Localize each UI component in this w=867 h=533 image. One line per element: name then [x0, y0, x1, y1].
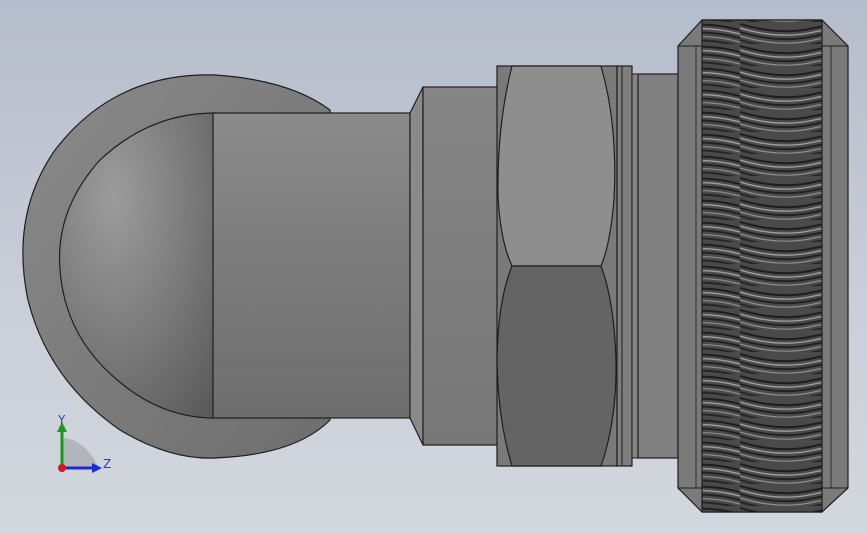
knurl-surface	[701, 19, 823, 513]
chamfer-ring[interactable]	[409, 86, 424, 446]
x-axis-dot	[58, 464, 66, 472]
3d-viewport[interactable]: Y Z	[0, 0, 867, 533]
neck-cylinder[interactable]	[422, 86, 499, 446]
washer-ring-2[interactable]	[631, 73, 639, 459]
hex-face-upper	[497, 65, 616, 267]
y-axis-label: Y	[57, 413, 66, 427]
hex-face-lower	[496, 265, 617, 467]
hex-nut[interactable]	[496, 65, 618, 467]
z-axis-label: Z	[103, 457, 111, 471]
washer-ring-1[interactable]	[616, 65, 633, 467]
triad-plane	[62, 438, 99, 468]
knurled-nut[interactable]	[677, 19, 849, 513]
collar-cylinder[interactable]	[637, 73, 679, 459]
model-canvas[interactable]	[0, 0, 867, 533]
elbow-cylinder[interactable]	[212, 112, 411, 419]
reference-triad: Y Z	[57, 413, 111, 473]
